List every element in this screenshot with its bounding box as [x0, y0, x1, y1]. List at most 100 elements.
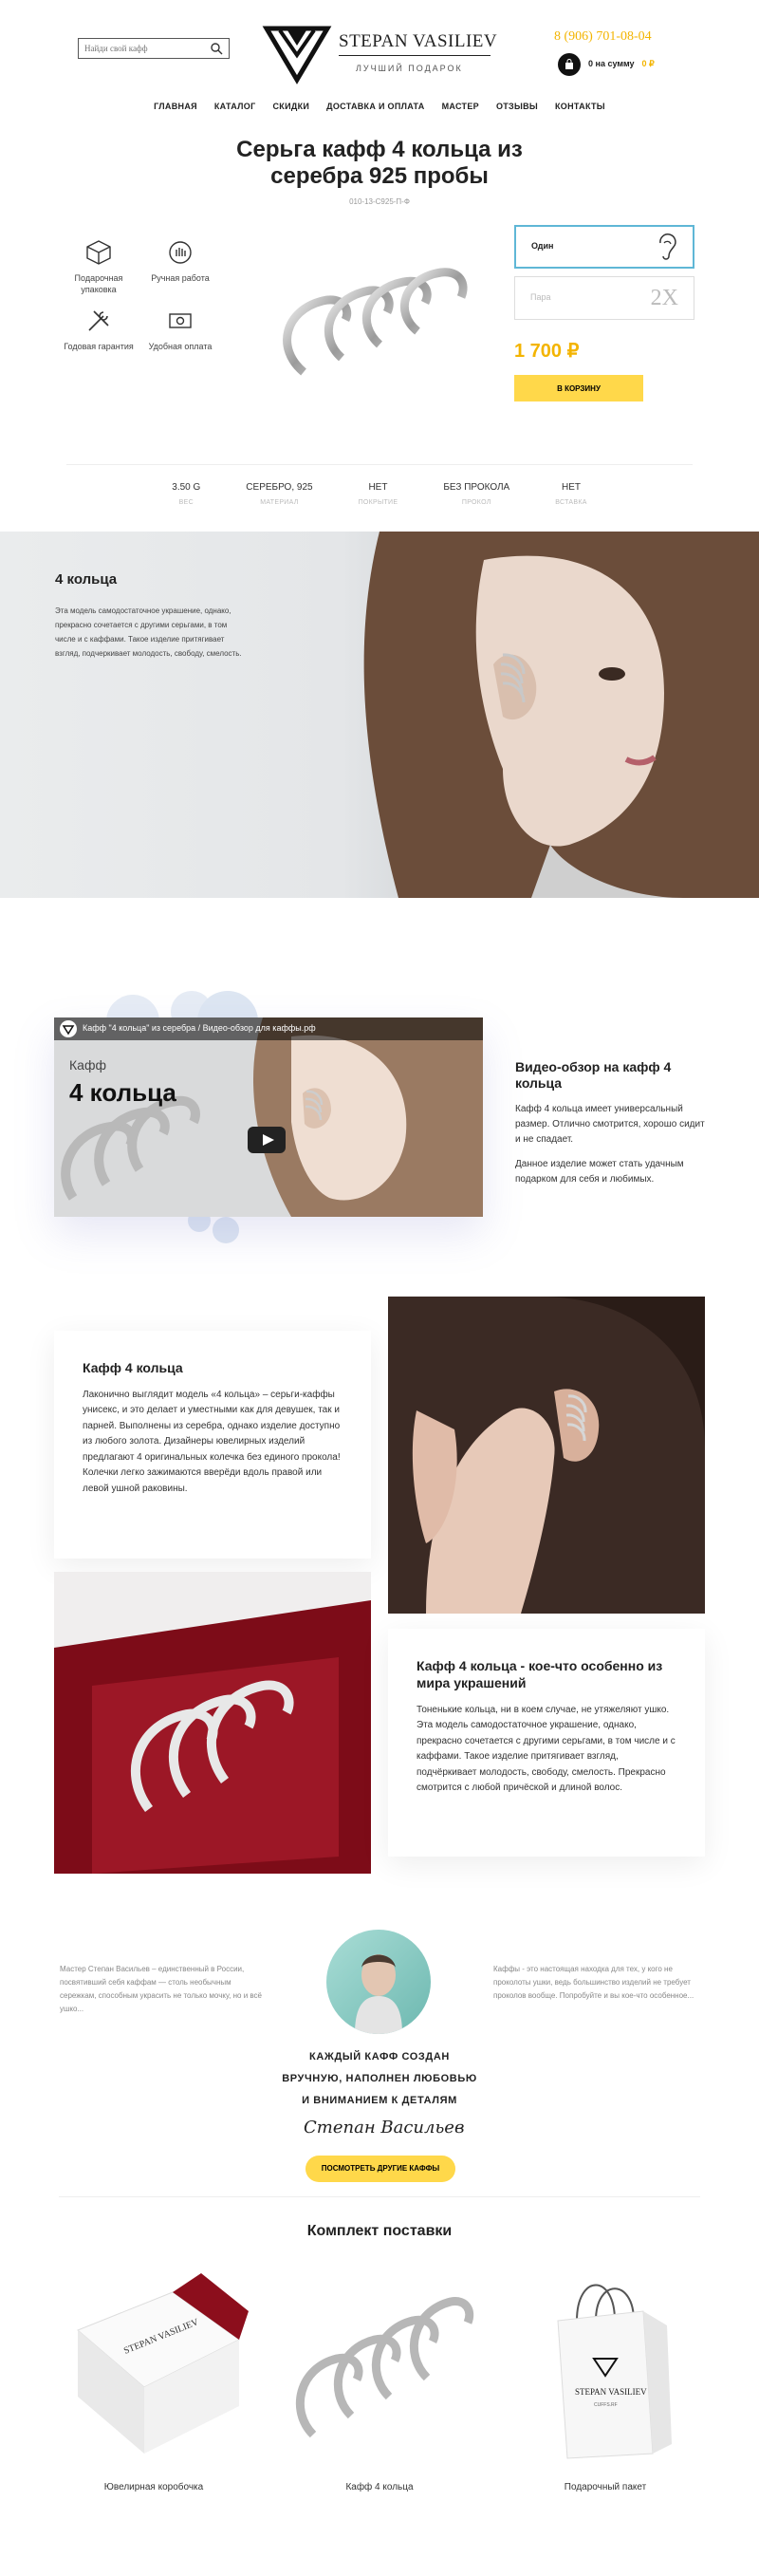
- master-left-text: Мастер Степан Васильев – единственный в …: [60, 1964, 262, 2013]
- nav-delivery[interactable]: ДОСТАВКА И ОПЛАТА: [326, 101, 424, 114]
- jewelry-box-photo: [54, 1571, 371, 1874]
- info-grid: Кафф 4 кольца Лаконично выглядит модель …: [0, 1296, 759, 1904]
- hand-icon: [169, 241, 192, 264]
- hero-text: Эта модель самодостаточное украшение, од…: [55, 606, 242, 659]
- kit-title: Комплект поставки: [306, 2222, 453, 2239]
- feature-warranty: Годовая гарантия: [61, 307, 137, 352]
- slogan-line-3: И ВНИМАНИЕМ К ДЕТАЛЯМ: [302, 2094, 457, 2106]
- spec-value: 3.50 G: [172, 482, 201, 494]
- card-text: Тоненькие кольца, ни в коем случае, не у…: [417, 1704, 676, 1794]
- nav-catalog[interactable]: КАТАЛОГ: [214, 101, 256, 114]
- kit-item-label: Ювелирная коробочка: [103, 2481, 204, 2492]
- slogan-line-1: КАЖДЫЙ КАФФ СОЗДАН: [309, 2050, 450, 2063]
- product-block: Подарочная упаковка Ручная работа Годова…: [0, 225, 759, 443]
- video-thumbnail-image: [54, 1017, 483, 1217]
- option-single-label: Один: [531, 241, 554, 252]
- tools-icon: [88, 310, 109, 331]
- video-heading: Видео-обзор на кафф 4 кольца: [515, 1058, 672, 1092]
- spec-value: НЕТ: [368, 482, 388, 494]
- brand-tagline: ЛУЧШИЙ ПОДАРОК: [356, 64, 463, 73]
- shopping-bag-icon[interactable]: [558, 53, 581, 76]
- brand-logo[interactable]: STEPAN VASILIEV ЛУЧШИЙ ПОДАРОК: [261, 17, 498, 85]
- logo-divider: [339, 55, 491, 56]
- cart-amount: 0 ₽: [641, 59, 655, 69]
- spec-key: ПРОКОЛ: [461, 499, 491, 507]
- card-title: Кафф 4 кольца - кое-что особенно из мира…: [417, 1657, 663, 1690]
- spec-key: ВЕС: [178, 499, 194, 507]
- info-card-2: Кафф 4 кольца - кое-что особенно из мира…: [388, 1628, 705, 1857]
- spec-piercing: БЕЗ ПРОКОЛА ПРОКОЛ: [443, 480, 509, 509]
- master-portrait-image: [355, 1953, 402, 2034]
- channel-logo-icon: [60, 1019, 77, 1037]
- master-section: Мастер Степан Васильев – единственный в …: [0, 1904, 759, 2182]
- spec-insert: НЕТ ВСТАВКА: [555, 480, 587, 509]
- kit-item-label: Кафф 4 кольца: [345, 2481, 414, 2492]
- info-card-1: Кафф 4 кольца Лаконично выглядит модель …: [54, 1330, 371, 1559]
- option-pair-label: Пара: [530, 292, 551, 303]
- site-header: STEPAN VASILIEV ЛУЧШИЙ ПОДАРОК 8 (906) 7…: [0, 0, 759, 95]
- nav-discounts[interactable]: СКИДКИ: [273, 101, 310, 114]
- bag-site-text: CUFFS.RF: [594, 2402, 618, 2408]
- model-portrait-image: [363, 531, 759, 898]
- feature-payment: Удобная оплата: [142, 307, 218, 352]
- video-player[interactable]: Кафф "4 кольца" из серебра / Видео-обзор…: [54, 1017, 483, 1217]
- nav-reviews[interactable]: ОТЗЫВЫ: [496, 101, 538, 114]
- ear-icon: [659, 233, 676, 260]
- phone-number[interactable]: 8 (906) 701-08-04: [554, 27, 652, 47]
- product-sku: 010-13-C925-П-Ф: [349, 197, 410, 207]
- product-price: 1 700 ₽: [514, 341, 580, 363]
- page-title: Серьга кафф 4 кольца из серебра 925 проб…: [0, 137, 759, 192]
- feature-label: Удобная оплата: [148, 342, 213, 352]
- hero-title: 4 кольца: [55, 570, 118, 588]
- nav-contacts[interactable]: КОНТАКТЫ: [555, 101, 605, 114]
- spec-key: ВСТАВКА: [555, 499, 587, 507]
- spec-material: СЕРЕБРО, 925 МАТЕРИАЛ: [246, 480, 312, 509]
- video-title-bar[interactable]: Кафф "4 кольца" из серебра / Видео-обзор…: [54, 1017, 483, 1040]
- bag-brand-text: STEPAN VASILIEV: [575, 2387, 647, 2397]
- cart-summary[interactable]: 0 на сумму 0 ₽: [558, 53, 655, 76]
- card-title: Кафф 4 кольца: [83, 1359, 183, 1375]
- nav-home[interactable]: ГЛАВНАЯ: [154, 101, 197, 114]
- master-slogan: КАЖДЫЙ КАФФ СОЗДАН ВРУЧНУЮ, НАПОЛНЕН ЛЮБ…: [0, 2046, 759, 2112]
- spec-value: НЕТ: [561, 482, 581, 494]
- feature-label: Годовая гарантия: [64, 342, 134, 352]
- video-overlay-title: 4 кольца: [69, 1077, 176, 1107]
- video-section: Кафф "4 кольца" из серебра / Видео-обзор…: [0, 898, 759, 1297]
- video-overlay-sub: Кафф: [69, 1056, 106, 1073]
- hero-banner: 4 кольца Эта модель самодостаточное укра…: [0, 531, 759, 898]
- feature-gift-box: Подарочная упаковка: [61, 238, 137, 295]
- see-other-cuffs-button[interactable]: ПОСМОТРЕТЬ ДРУГИЕ КАФФЫ: [305, 2155, 455, 2182]
- video-paragraph-1: Кафф 4 кольца имеет универсальный размер…: [515, 1103, 705, 1145]
- delivery-kit-section: Комплект поставки STEPAN VASILIEV Ювелир…: [59, 2195, 700, 2510]
- kit-item-bag: STEPAN VASILIEV CUFFS.RF Подарочный паке…: [510, 2254, 700, 2492]
- option-single[interactable]: Один: [514, 225, 694, 270]
- model-profile-image: [388, 1296, 705, 1614]
- gift-box-image: STEPAN VASILIEV: [77, 2272, 249, 2454]
- video-description: Видео-обзор на кафф 4 кольца Кафф 4 коль…: [515, 1059, 705, 1187]
- master-right-text: Каффы - это настоящая находка для тех, у…: [493, 1964, 694, 2000]
- spec-value: СЕРЕБРО, 925: [246, 482, 313, 494]
- search-box[interactable]: [78, 38, 230, 59]
- slogan-line-2: ВРУЧНУЮ, НАПОЛНЕН ЛЮБОВЬЮ: [282, 2072, 477, 2084]
- add-to-cart-button[interactable]: В КОРЗИНУ: [514, 375, 643, 402]
- spec-coating: НЕТ ПОКРЫТИЕ: [359, 480, 398, 509]
- cuff-image: [295, 2296, 474, 2437]
- cart-label: 0 на сумму: [588, 59, 635, 69]
- nav-master[interactable]: МАСТЕР: [442, 101, 479, 114]
- brand-name: STEPAN VASILIEV: [339, 31, 498, 51]
- gift-bag-image: STEPAN VASILIEV CUFFS.RF: [557, 2284, 672, 2459]
- spec-value: БЕЗ ПРОКОЛА: [443, 482, 510, 494]
- video-title: Кафф "4 кольца" из серебра / Видео-обзор…: [83, 1022, 316, 1033]
- option-pair[interactable]: Пара 2X: [514, 276, 694, 321]
- play-button-icon[interactable]: [248, 1126, 286, 1153]
- master-signature: Степан Васильев: [304, 2117, 465, 2137]
- kit-item-cuff: Кафф 4 кольца: [285, 2254, 474, 2492]
- feature-label: Подарочная упаковка: [74, 273, 123, 295]
- main-nav: ГЛАВНАЯ КАТАЛОГ СКИДКИ ДОСТАВКА И ОПЛАТА…: [0, 95, 759, 114]
- kit-item-box: STEPAN VASILIEV Ювелирная коробочка: [59, 2254, 249, 2492]
- search-icon[interactable]: [210, 42, 223, 55]
- search-input[interactable]: [84, 44, 210, 53]
- card-text: Лаконично выглядит модель «4 кольца» – с…: [83, 1389, 341, 1494]
- diamond-logo-icon: [262, 26, 332, 84]
- box-icon: [86, 240, 111, 265]
